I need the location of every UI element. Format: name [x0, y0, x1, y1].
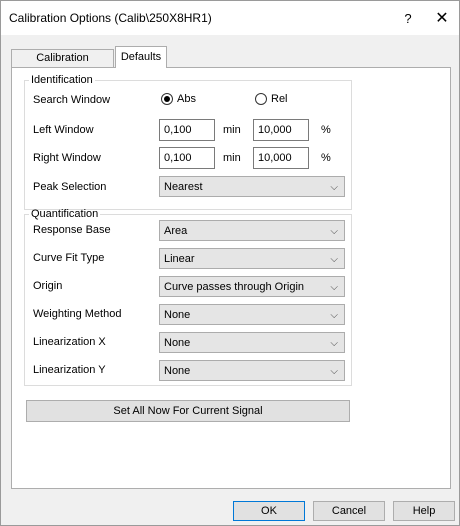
ok-button[interactable]: OK: [233, 501, 305, 521]
chevron-down-icon: ⌵: [330, 282, 338, 293]
linearization-y-value: None: [164, 365, 191, 377]
right-window-min-input[interactable]: 0,100: [159, 147, 215, 169]
abs-radio-label: Abs: [177, 93, 196, 105]
chevron-down-icon: ⌵: [330, 366, 338, 377]
chevron-down-icon: ⌵: [330, 226, 338, 237]
abs-radio[interactable]: Abs: [161, 93, 196, 105]
close-icon[interactable]: ✕: [427, 1, 457, 35]
response-base-value: Area: [164, 225, 188, 237]
tab-defaults[interactable]: Defaults: [115, 46, 167, 68]
calibration-options-dialog: Calibration Options (Calib\250X8HR1) ? ✕…: [0, 0, 460, 526]
curve-fit-type-dropdown[interactable]: Linear ⌵: [159, 248, 345, 269]
identification-legend: Identification: [31, 74, 93, 86]
rel-radio[interactable]: Rel: [255, 93, 288, 105]
origin-dropdown[interactable]: Curve passes through Origin ⌵: [159, 276, 345, 297]
peak-selection-dropdown[interactable]: Nearest ⌵: [159, 176, 345, 197]
linearization-x-label: Linearization X: [33, 336, 106, 348]
right-window-percent-input[interactable]: 10,000: [253, 147, 309, 169]
quantification-group: Quantification Response Base Area ⌵ Curv…: [24, 208, 352, 386]
right-window-label: Right Window: [33, 152, 101, 164]
rel-radio-dot[interactable]: [255, 93, 267, 105]
search-window-label: Search Window: [33, 94, 111, 106]
cancel-button[interactable]: Cancel: [313, 501, 385, 521]
title-bar: Calibration Options (Calib\250X8HR1) ? ✕: [1, 1, 459, 35]
origin-value: Curve passes through Origin: [164, 281, 305, 293]
right-window-min-unit: min: [223, 152, 241, 164]
peak-selection-label: Peak Selection: [33, 181, 107, 193]
linearization-y-dropdown[interactable]: None ⌵: [159, 360, 345, 381]
help-icon[interactable]: ?: [393, 1, 423, 35]
rel-radio-label: Rel: [271, 93, 288, 105]
chevron-down-icon: ⌵: [330, 310, 338, 321]
chevron-down-icon: ⌵: [330, 338, 338, 349]
right-window-percent-unit: %: [321, 152, 331, 164]
tab-calibration-options[interactable]: Calibration Options: [11, 49, 114, 81]
response-base-dropdown[interactable]: Area ⌵: [159, 220, 345, 241]
weighting-method-value: None: [164, 309, 191, 321]
abs-radio-dot[interactable]: [161, 93, 173, 105]
help-button[interactable]: Help: [393, 501, 455, 521]
peak-selection-value: Nearest: [164, 181, 203, 193]
left-window-percent-input[interactable]: 10,000: [253, 119, 309, 141]
left-window-label: Left Window: [33, 124, 94, 136]
linearization-x-dropdown[interactable]: None ⌵: [159, 332, 345, 353]
curve-fit-type-label: Curve Fit Type: [33, 252, 105, 264]
quantification-legend: Quantification: [31, 208, 99, 220]
left-window-percent-unit: %: [321, 124, 331, 136]
window-title: Calibration Options (Calib\250X8HR1): [9, 11, 212, 25]
linearization-y-label: Linearization Y: [33, 364, 106, 376]
chevron-down-icon: ⌵: [330, 182, 338, 193]
set-all-now-button[interactable]: Set All Now For Current Signal: [26, 400, 350, 422]
weighting-method-label: Weighting Method: [33, 308, 122, 320]
identification-group: Identification Search Window Abs Rel Lef…: [24, 74, 352, 210]
defaults-tab-panel: Identification Search Window Abs Rel Lef…: [11, 67, 451, 489]
chevron-down-icon: ⌵: [330, 254, 338, 265]
linearization-x-value: None: [164, 337, 191, 349]
left-window-min-unit: min: [223, 124, 241, 136]
origin-label: Origin: [33, 280, 63, 292]
curve-fit-type-value: Linear: [164, 253, 195, 265]
response-base-label: Response Base: [33, 224, 111, 236]
weighting-method-dropdown[interactable]: None ⌵: [159, 304, 345, 325]
left-window-min-input[interactable]: 0,100: [159, 119, 215, 141]
